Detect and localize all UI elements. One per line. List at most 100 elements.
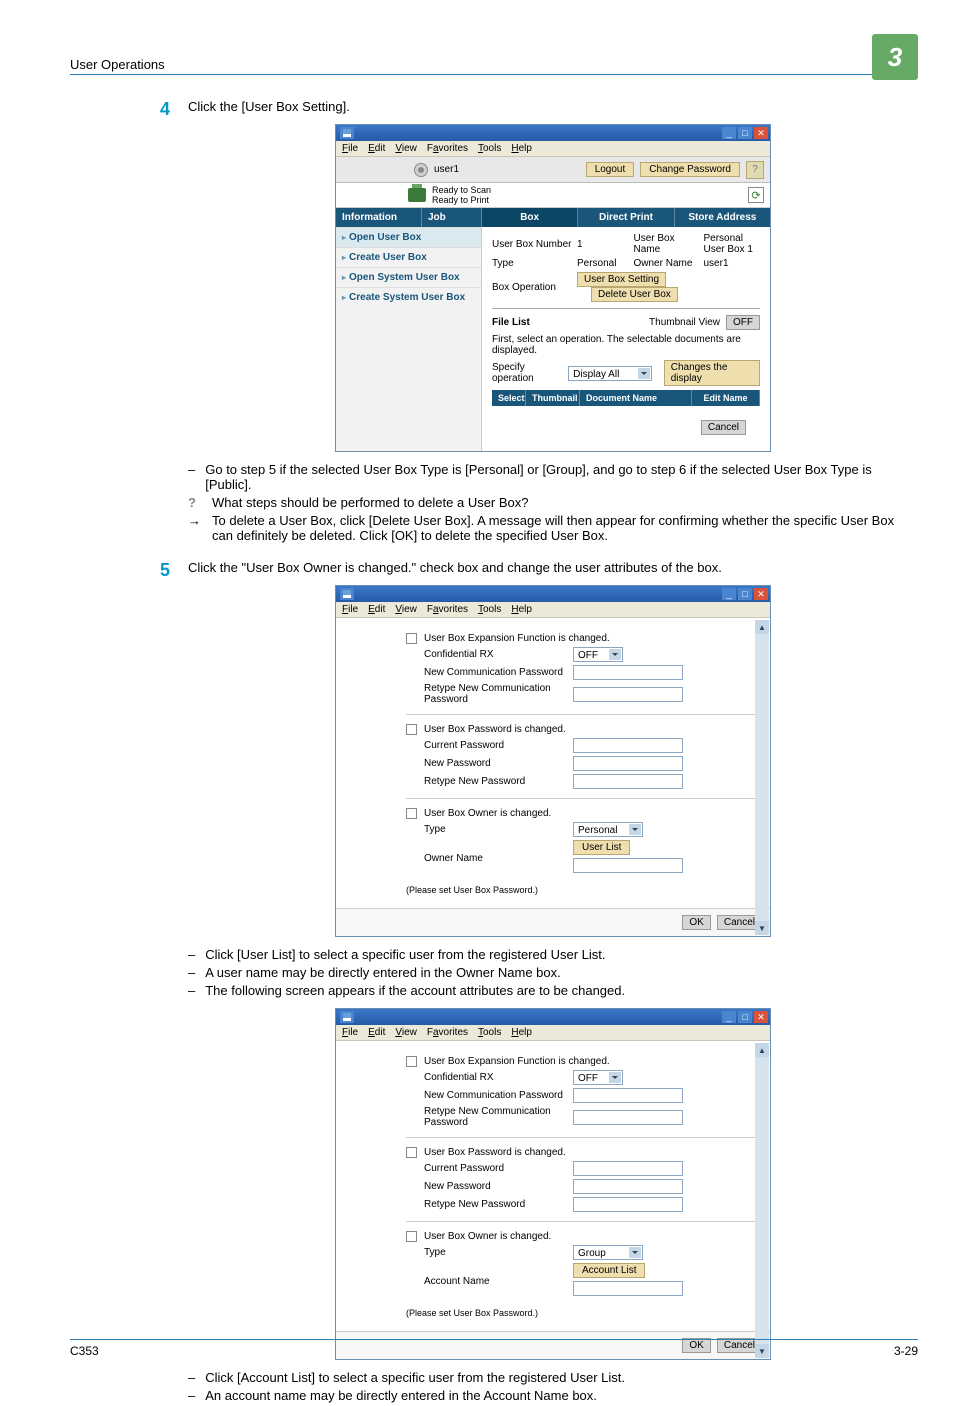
- menu-tools[interactable]: Tools: [478, 1027, 501, 1038]
- owner-checkbox[interactable]: [406, 1231, 417, 1242]
- expansion-checkbox[interactable]: [406, 1056, 417, 1067]
- menu-edit[interactable]: Edit: [368, 604, 385, 615]
- menu-file[interactable]: File: [342, 604, 358, 615]
- user-box-setting-button[interactable]: User Box Setting: [577, 272, 666, 287]
- expansion-label: User Box Expansion Function is changed.: [424, 1056, 762, 1067]
- scroll-up-icon[interactable]: ▲: [755, 1043, 769, 1057]
- scrollbar[interactable]: ▲ ▼: [755, 1043, 769, 1358]
- menu-fav[interactable]: Favorites: [427, 1027, 468, 1038]
- owner-type-select[interactable]: Group: [573, 1245, 643, 1260]
- owner-checkbox[interactable]: [406, 808, 417, 819]
- retype-comm-pw-label: Retype New Communication Password: [424, 683, 569, 705]
- menu-view[interactable]: View: [395, 1027, 417, 1038]
- scroll-down-icon[interactable]: ▼: [755, 921, 769, 935]
- retype-pw-input[interactable]: [573, 774, 683, 789]
- file-table-header: Select Thumbnail Document Name Edit Name: [492, 390, 760, 406]
- new-comm-pw-input[interactable]: [573, 1088, 683, 1103]
- specify-op-select[interactable]: Display All: [568, 366, 652, 381]
- app-top-bar: user1 Logout Change Password ?: [336, 157, 770, 183]
- new-pw-input[interactable]: [573, 756, 683, 771]
- sidebar: Open User Box Create User Box Open Syste…: [336, 227, 482, 451]
- account-name-input[interactable]: [573, 1281, 683, 1296]
- owner-type-label: Type: [424, 1247, 569, 1258]
- menu-tools[interactable]: Tools: [478, 143, 501, 154]
- menu-file[interactable]: File: [342, 143, 358, 154]
- menu-view[interactable]: View: [395, 604, 417, 615]
- step5-b2: A user name may be directly entered in t…: [205, 965, 561, 980]
- page-icon: [340, 127, 354, 139]
- maximize-icon[interactable]: □: [738, 588, 752, 600]
- retype-pw-input[interactable]: [573, 1197, 683, 1212]
- kv-ub-number-value: 1: [577, 239, 634, 250]
- navcol-information[interactable]: Information: [336, 208, 422, 227]
- current-pw-input[interactable]: [573, 1161, 683, 1176]
- new-comm-pw-input[interactable]: [573, 665, 683, 680]
- tab-direct-print[interactable]: Direct Print: [578, 208, 674, 227]
- footer-right: 3-29: [894, 1344, 918, 1358]
- menu-edit[interactable]: Edit: [368, 143, 385, 154]
- menu-bar: File Edit View Favorites Tools Help: [336, 602, 770, 618]
- delete-user-box-button[interactable]: Delete User Box: [591, 287, 678, 302]
- conf-rx-label: Confidential RX: [424, 1072, 569, 1083]
- boxpw-checkbox[interactable]: [406, 1147, 417, 1158]
- new-comm-pw-label: New Communication Password: [424, 1090, 569, 1101]
- tab-store-address[interactable]: Store Address: [675, 208, 770, 227]
- changes-display-button[interactable]: Changes the display: [664, 360, 760, 386]
- pw-note: (Please set User Box Password.): [406, 1308, 762, 1318]
- minimize-icon[interactable]: _: [722, 127, 736, 139]
- minimize-icon[interactable]: _: [722, 588, 736, 600]
- user-list-button[interactable]: User List: [573, 840, 630, 855]
- menu-tools[interactable]: Tools: [478, 604, 501, 615]
- minimize-icon[interactable]: _: [722, 1011, 736, 1023]
- refresh-icon[interactable]: ⟳: [748, 187, 764, 203]
- logout-button[interactable]: Logout: [586, 162, 635, 177]
- close-icon[interactable]: ✕: [754, 1011, 768, 1023]
- change-password-button[interactable]: Change Password: [640, 162, 740, 177]
- retype-comm-pw-input[interactable]: [573, 1110, 683, 1125]
- filelist-cancel-button[interactable]: Cancel: [701, 420, 746, 435]
- scrollbar[interactable]: ▲ ▼: [755, 620, 769, 935]
- conf-rx-select[interactable]: OFF: [573, 1070, 623, 1085]
- dialog-ok-button[interactable]: OK: [682, 915, 710, 930]
- boxpw-checkbox[interactable]: [406, 724, 417, 735]
- maximize-icon[interactable]: □: [738, 1011, 752, 1023]
- conf-rx-select[interactable]: OFF: [573, 647, 623, 662]
- expansion-label: User Box Expansion Function is changed.: [424, 633, 762, 644]
- menu-fav[interactable]: Favorites: [427, 604, 468, 615]
- menu-fav[interactable]: Favorites: [427, 143, 468, 154]
- owner-change-label: User Box Owner is changed.: [424, 1231, 762, 1242]
- retype-pw-label: Retype New Password: [424, 776, 569, 787]
- close-icon[interactable]: ✕: [754, 588, 768, 600]
- menu-help[interactable]: Help: [511, 143, 532, 154]
- help-icon[interactable]: ?: [746, 161, 764, 179]
- menu-view[interactable]: View: [395, 143, 417, 154]
- new-pw-label: New Password: [424, 758, 569, 769]
- current-pw-input[interactable]: [573, 738, 683, 753]
- menu-file[interactable]: File: [342, 1027, 358, 1038]
- retype-comm-pw-input[interactable]: [573, 687, 683, 702]
- close-icon[interactable]: ✕: [754, 127, 768, 139]
- sidebar-item-open-system-user-box[interactable]: Open System User Box: [336, 267, 481, 287]
- navcol-job[interactable]: Job: [422, 208, 482, 227]
- sidebar-item-create-user-box[interactable]: Create User Box: [336, 247, 481, 267]
- account-name-label: Account Name: [424, 1276, 569, 1287]
- menu-help[interactable]: Help: [511, 1027, 532, 1038]
- sidebar-item-create-system-user-box[interactable]: Create System User Box: [336, 287, 481, 307]
- status-bar: Ready to Scan Ready to Print ⟳: [336, 183, 770, 208]
- owner-type-select[interactable]: Personal: [573, 822, 643, 837]
- th-editname: Edit Name: [692, 390, 760, 406]
- sidebar-item-open-user-box[interactable]: Open User Box: [336, 227, 481, 247]
- scroll-up-icon[interactable]: ▲: [755, 620, 769, 634]
- expansion-checkbox[interactable]: [406, 633, 417, 644]
- kv-ub-name-value: Personal User Box 1: [704, 233, 761, 255]
- account-list-button[interactable]: Account List: [573, 1263, 645, 1278]
- thumb-view-toggle[interactable]: OFF: [726, 315, 760, 330]
- step4-answer-row: → To delete a User Box, click [Delete Us…: [188, 513, 918, 543]
- tab-box[interactable]: Box: [482, 208, 578, 227]
- new-pw-input[interactable]: [573, 1179, 683, 1194]
- menu-help[interactable]: Help: [511, 604, 532, 615]
- menu-edit[interactable]: Edit: [368, 1027, 385, 1038]
- owner-name-input[interactable]: [573, 858, 683, 873]
- retype-pw-label: Retype New Password: [424, 1199, 569, 1210]
- maximize-icon[interactable]: □: [738, 127, 752, 139]
